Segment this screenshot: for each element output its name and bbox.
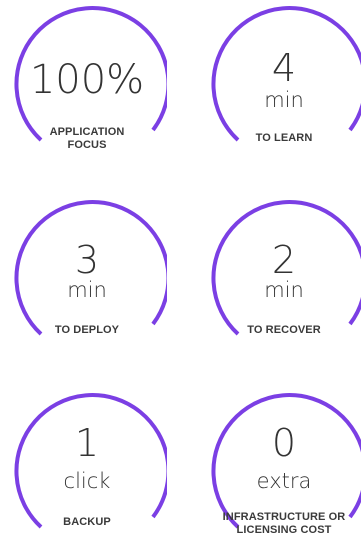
stat-caption: TO RECOVER bbox=[247, 324, 321, 336]
stat-value: 1 bbox=[74, 421, 100, 465]
stat-unit: extra bbox=[256, 469, 312, 493]
stat-caption: APPLICATION FOCUS bbox=[49, 126, 125, 151]
stat-time-to-deploy: 3 min TO DEPLOY bbox=[7, 200, 167, 360]
stat-caption: BACKUP bbox=[63, 516, 111, 528]
stat-caption: INFRASTRUCTURE OR LICENSING COST bbox=[222, 511, 346, 536]
stat-value: 100% bbox=[29, 57, 145, 103]
stat-caption: TO DEPLOY bbox=[54, 324, 120, 336]
stat-time-to-recover: 2 min TO RECOVER bbox=[204, 200, 361, 360]
stat-value: 4 bbox=[271, 46, 297, 90]
stat-value: 3 bbox=[74, 238, 100, 282]
stat-unit: min bbox=[264, 88, 304, 112]
stat-caption: TO LEARN bbox=[255, 132, 313, 144]
stat-unit: min bbox=[264, 278, 304, 302]
stat-extra-cost: 0 extra INFRASTRUCTURE OR LICENSING COST bbox=[204, 393, 361, 537]
stat-unit: min bbox=[67, 278, 107, 302]
stat-unit: click bbox=[63, 469, 111, 493]
stat-backup-clicks: 1 click BACKUP bbox=[7, 393, 167, 537]
stat-time-to-learn: 4 min TO LEARN bbox=[204, 6, 361, 166]
stat-value: 0 bbox=[271, 421, 297, 465]
stat-application-focus: 100% APPLICATION FOCUS bbox=[7, 6, 167, 166]
stat-value: 2 bbox=[271, 238, 297, 282]
